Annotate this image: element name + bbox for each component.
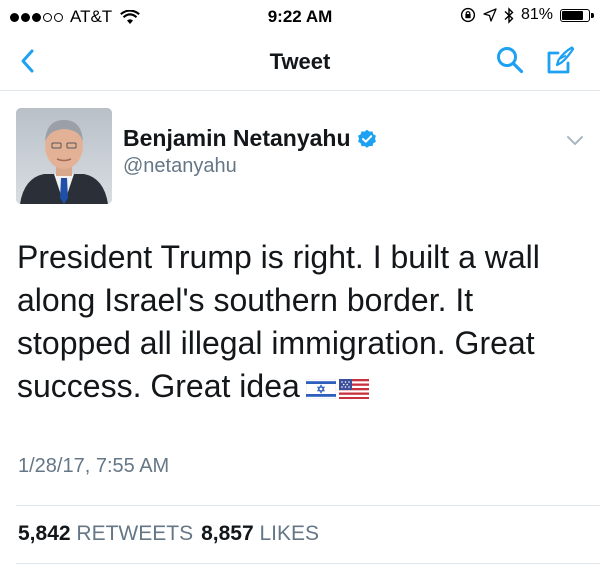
retweets-label: RETWEETS	[76, 522, 194, 545]
location-arrow-icon	[483, 8, 497, 22]
retweets-count: 5,842	[18, 522, 71, 545]
author-name-row: Benjamin Netanyahu	[123, 125, 377, 152]
bluetooth-icon	[504, 6, 514, 24]
search-icon[interactable]	[495, 45, 525, 75]
retweets-stat[interactable]: 5,842 RETWEETS	[18, 522, 193, 545]
battery-icon	[560, 8, 594, 22]
battery-level-fill	[562, 10, 583, 20]
likes-count: 8,857	[201, 522, 254, 545]
emoji-flags	[305, 379, 369, 399]
likes-stat[interactable]: 8,857 LIKES	[201, 522, 319, 545]
battery-percentage: 81%	[520, 6, 553, 23]
tweet-stats: 5,842 RETWEETS 8,857 LIKES	[18, 522, 319, 546]
us-flag-icon	[338, 379, 369, 399]
chevron-down-icon[interactable]	[566, 133, 584, 147]
verified-badge-icon	[357, 129, 376, 148]
tweet-author[interactable]: Benjamin Netanyahu @netanyahu	[123, 125, 377, 178]
divider	[16, 563, 600, 564]
orientation-lock-icon	[460, 7, 476, 23]
likes-label: LIKES	[259, 522, 320, 545]
israel-flag-icon	[305, 379, 336, 399]
author-name[interactable]: Benjamin Netanyahu	[123, 125, 351, 152]
avatar[interactable]	[16, 108, 112, 204]
battery-cap	[591, 12, 594, 18]
tweet-timestamp: 1/28/17, 7:55 AM	[18, 455, 170, 477]
status-bar: AT&T 9:22 AM 81%	[0, 0, 600, 34]
tweet-text-content: President Trump is right. I built a wall…	[17, 239, 540, 404]
status-right: 81%	[460, 6, 594, 24]
profile-photo	[16, 108, 112, 204]
divider	[16, 505, 600, 506]
compose-icon[interactable]	[545, 44, 577, 76]
author-handle: @netanyahu	[123, 155, 237, 177]
tweet-text: President Trump is right. I built a wall…	[17, 236, 587, 408]
navigation-bar: Tweet	[0, 34, 600, 91]
